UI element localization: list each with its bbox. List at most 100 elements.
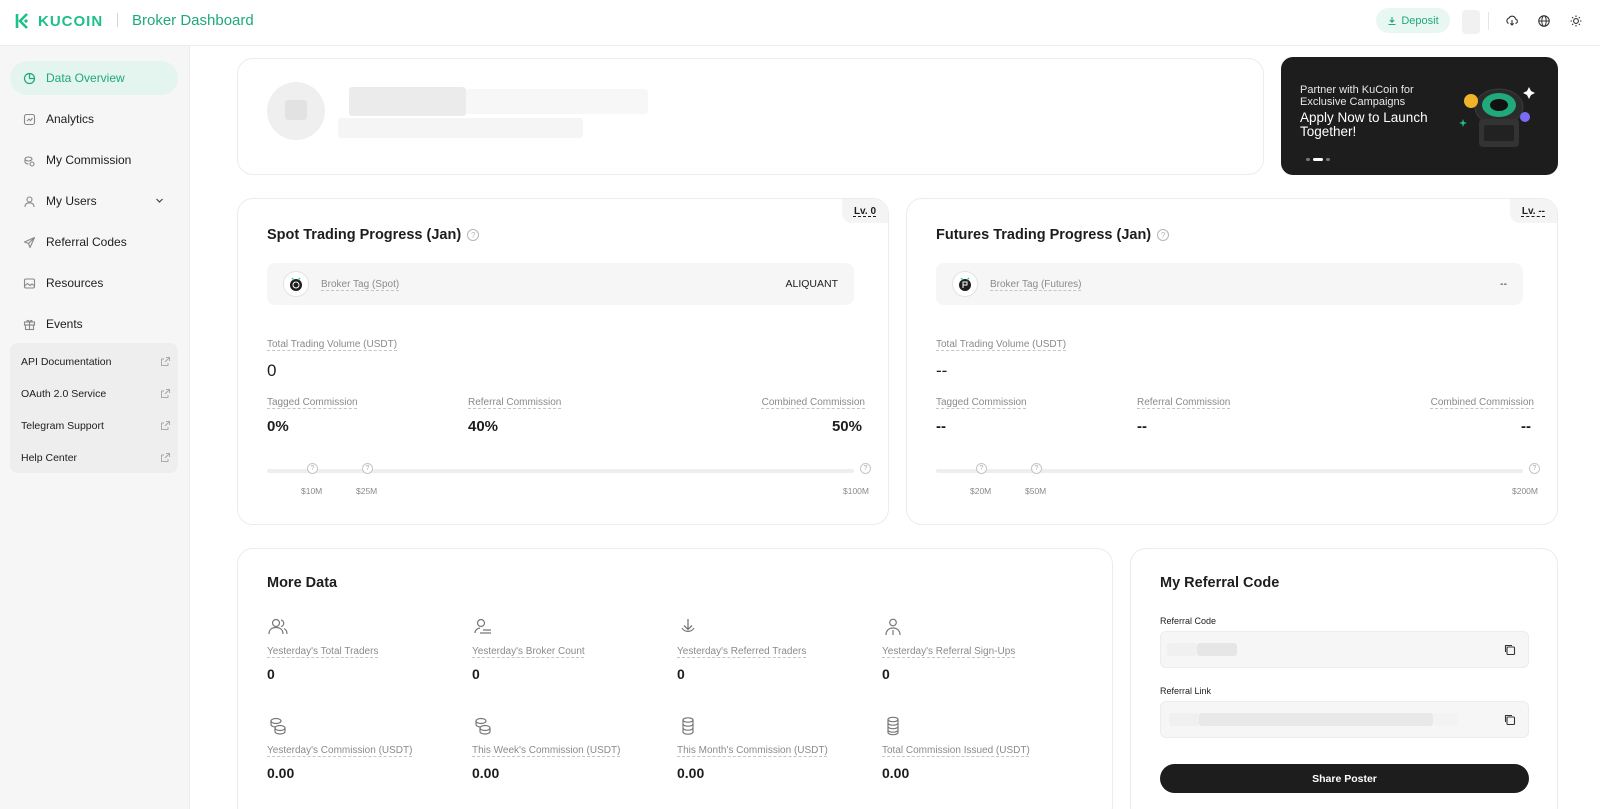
futures-volume-label: Total Trading Volume (USDT) [936, 339, 1067, 350]
external-link-label: API Documentation [21, 356, 112, 368]
sidebar-item-data-overview[interactable]: Data Overview [10, 61, 178, 95]
futures-milestone-marker-icon[interactable]: ? [1031, 463, 1042, 474]
futures-milestone-label: $20M [970, 486, 992, 496]
spot-milestone-marker-icon[interactable]: ? [362, 463, 373, 474]
external-links-panel: API Documentation OAuth 2.0 Service Tele… [10, 343, 178, 473]
referral-code-placeholder [1167, 643, 1197, 656]
futures-combined-commission-value: -- [1521, 418, 1531, 435]
promo-banner[interactable]: Partner with KuCoin for Exclusive Campai… [1281, 57, 1558, 175]
users-icon [268, 618, 288, 635]
promo-subtitle: Partner with KuCoin for Exclusive Campai… [1300, 84, 1414, 108]
header-divider-right [1488, 12, 1489, 30]
futures-milestone-marker-icon[interactable]: ? [976, 463, 987, 474]
kucoin-logo[interactable]: KUCOIN [14, 12, 103, 30]
futures-card-title: Futures Trading Progress (Jan) ? [936, 227, 1170, 243]
help-icon[interactable]: ? [467, 229, 480, 241]
futures-milestone-marker-icon[interactable]: ? [1529, 463, 1540, 474]
sun-icon[interactable] [1566, 11, 1586, 31]
stat-value: 0 [472, 666, 480, 682]
futures-milestone-label: $200M [1512, 486, 1538, 496]
stat-value: 0.00 [882, 765, 910, 781]
deposit-icon [1388, 16, 1396, 25]
external-link-icon [161, 421, 170, 430]
stat-label: Yesterday's Commission (USDT) [267, 745, 413, 756]
more-data-card: More Data Yesterday's Total Traders 0 Ye… [237, 548, 1113, 809]
chevron-down-icon[interactable] [155, 196, 164, 205]
spot-combined-commission-label: Combined Commission [761, 397, 865, 408]
download-app-icon[interactable] [1502, 11, 1522, 31]
sidebar-item-label: Events [46, 317, 83, 331]
spot-level-badge[interactable]: Lv. 0 [841, 199, 888, 223]
globe-icon[interactable] [1534, 11, 1554, 31]
help-center-link[interactable]: Help Center [21, 448, 171, 468]
download-arrow-icon [681, 619, 695, 632]
referral-code-placeholder [1197, 643, 1237, 656]
coins-icon [475, 717, 491, 735]
analytics-icon [22, 112, 36, 126]
sidebar-item-events[interactable]: Events [10, 307, 178, 341]
futures-volume-value: -- [936, 361, 948, 380]
referral-link-field[interactable] [1160, 701, 1529, 738]
stat-label: Yesterday's Broker Count [472, 646, 585, 657]
coin-stack-icon [682, 717, 694, 735]
more-data-title: More Data [267, 575, 338, 591]
top-header: KUCOIN Broker Dashboard Deposit [0, 0, 1600, 46]
person-plus-icon [885, 618, 901, 636]
external-link-label: Telegram Support [21, 420, 104, 432]
futures-tagged-commission-label: Tagged Commission [936, 397, 1027, 408]
account-avatar[interactable] [1462, 10, 1480, 34]
copy-icon[interactable] [1503, 713, 1516, 726]
profile-avatar [267, 82, 325, 140]
referral-code-card: My Referral Code Referral Code Referral … [1130, 548, 1558, 809]
referral-link-label: Referral Link [1160, 686, 1212, 696]
referral-link-placeholder [1199, 713, 1433, 726]
telegram-support-link[interactable]: Telegram Support [21, 416, 171, 436]
referral-card-title: My Referral Code [1160, 575, 1280, 591]
spot-milestone-marker-icon[interactable]: ? [307, 463, 318, 474]
share-poster-button[interactable]: Share Poster [1160, 764, 1529, 793]
external-link-label: Help Center [21, 452, 78, 464]
spot-trading-card: Lv. 0 Spot Trading Progress (Jan) ? Brok… [237, 198, 889, 525]
coin-stack-icon [887, 716, 899, 736]
promo-title: Apply Now to Launch Together! [1300, 110, 1428, 139]
stat-value: 0 [882, 666, 890, 682]
futures-level-badge[interactable]: Lv. -- [1509, 199, 1557, 223]
sidebar-item-my-users[interactable]: My Users [10, 184, 178, 218]
futures-broker-tag-label: Broker Tag (Futures) [990, 278, 1082, 290]
stat-label: Yesterday's Referred Traders [677, 646, 807, 657]
futures-referral-commission-value: -- [1137, 418, 1147, 435]
spot-progress-track [267, 469, 854, 473]
sidebar-item-label: Resources [46, 276, 104, 290]
sidebar-item-resources[interactable]: Resources [10, 266, 178, 300]
external-link-label: OAuth 2.0 Service [21, 388, 107, 400]
header-divider [117, 13, 118, 27]
spot-card-title: Spot Trading Progress (Jan) ? [267, 227, 480, 243]
oauth-service-link[interactable]: OAuth 2.0 Service [21, 384, 171, 404]
carousel-dots[interactable] [1306, 158, 1330, 161]
stat-label: This Week's Commission (USDT) [472, 745, 621, 756]
api-documentation-link[interactable]: API Documentation [21, 352, 171, 372]
referral-code-field[interactable] [1160, 631, 1529, 668]
sidebar-item-referral-codes[interactable]: Referral Codes [10, 225, 178, 259]
futures-tagged-commission-value: -- [936, 418, 946, 435]
spot-milestone-marker-icon[interactable]: ? [860, 463, 871, 474]
sidebar-item-label: My Users [46, 194, 97, 208]
image-icon [22, 276, 36, 290]
sidebar-item-label: Analytics [46, 112, 95, 126]
coins-icon [270, 717, 286, 735]
copy-icon[interactable] [1503, 643, 1516, 656]
stat-label: Yesterday's Total Traders [267, 646, 379, 657]
broker-icon [474, 618, 491, 634]
spot-combined-commission-value: 50% [831, 418, 862, 435]
spot-volume-label: Total Trading Volume (USDT) [267, 339, 398, 350]
spot-tagged-commission-label: Tagged Commission [267, 397, 358, 408]
app-title: Broker Dashboard [132, 12, 254, 29]
sidebar-item-my-commission[interactable]: My Commission [10, 143, 178, 177]
deposit-button[interactable]: Deposit [1376, 8, 1450, 33]
help-icon[interactable]: ? [1157, 229, 1170, 241]
sidebar-item-label: Data Overview [46, 71, 125, 85]
sidebar-item-analytics[interactable]: Analytics [10, 102, 178, 136]
stat-label: Total Commission Issued (USDT) [882, 745, 1030, 756]
sidebar-item-label: Referral Codes [46, 235, 127, 249]
profile-meta-placeholder [466, 89, 648, 114]
